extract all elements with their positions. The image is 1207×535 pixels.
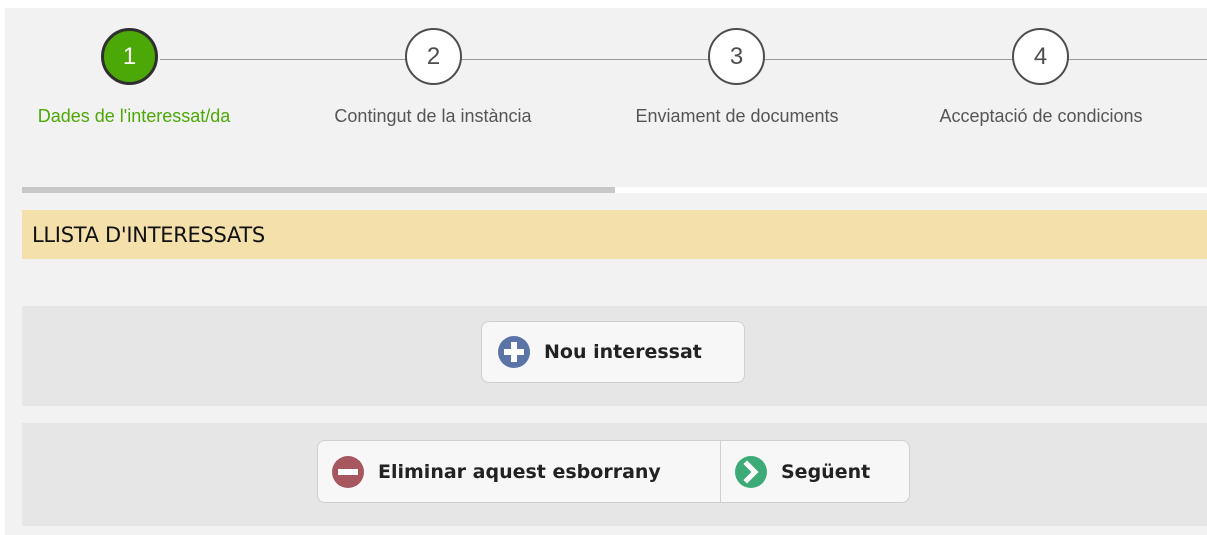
next-label: Següent — [781, 460, 871, 483]
section-title: LLISTA D'INTERESSATS — [32, 222, 265, 247]
add-panel: Nou interessat — [22, 306, 1207, 406]
section-header: LLISTA D'INTERESSATS — [22, 210, 1207, 259]
page: 1 Dades de l'interessat/da 2 Contingut d… — [5, 8, 1207, 535]
step-4-circle[interactable]: 4 — [1012, 28, 1069, 85]
step-2-number: 2 — [426, 42, 441, 70]
navigation-button-group: Eliminar aquest esborrany Següent — [317, 440, 910, 503]
wizard-steps: 1 Dades de l'interessat/da 2 Contingut d… — [5, 8, 1207, 188]
wizard-progress-fill — [22, 187, 615, 193]
add-interested-button[interactable]: Nou interessat — [481, 321, 745, 383]
minus-icon — [332, 455, 364, 488]
step-4-label[interactable]: Acceptació de condicions — [881, 106, 1201, 127]
step-3-circle[interactable]: 3 — [708, 28, 765, 85]
step-1-number: 1 — [122, 42, 137, 70]
chevron-right-icon — [735, 455, 767, 488]
step-4-number: 4 — [1033, 42, 1048, 70]
step-2-circle[interactable]: 2 — [405, 28, 462, 85]
next-button[interactable]: Següent — [721, 441, 909, 502]
plus-icon — [498, 336, 530, 368]
delete-draft-button[interactable]: Eliminar aquest esborrany — [318, 441, 721, 502]
step-2-label[interactable]: Contingut de la instància — [273, 106, 593, 127]
add-interested-label: Nou interessat — [544, 341, 702, 363]
step-1-circle[interactable]: 1 — [101, 28, 158, 85]
delete-draft-label: Eliminar aquest esborrany — [378, 460, 661, 483]
wizard-progress-bar — [22, 187, 1207, 193]
step-3-number: 3 — [729, 42, 744, 70]
navigation-panel: Eliminar aquest esborrany Següent — [22, 423, 1207, 526]
step-3-label[interactable]: Enviament de documents — [577, 106, 897, 127]
step-1-label[interactable]: Dades de l'interessat/da — [5, 106, 294, 127]
